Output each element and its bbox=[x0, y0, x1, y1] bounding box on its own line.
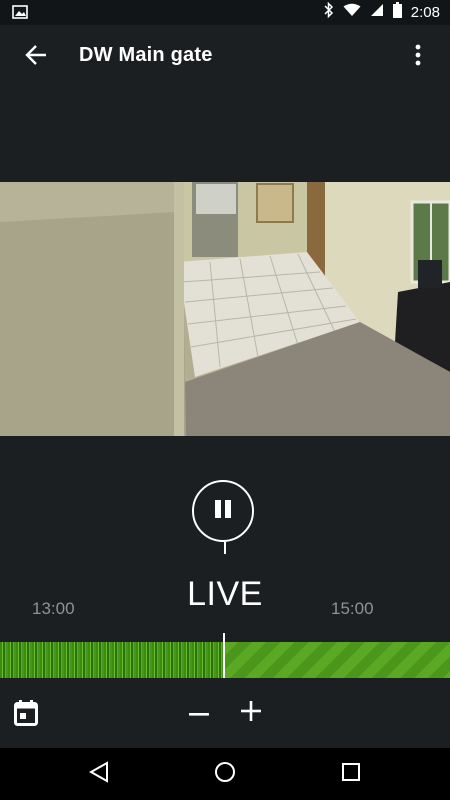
gallery-icon bbox=[12, 5, 28, 24]
wifi-icon bbox=[343, 3, 361, 22]
nav-recents-button[interactable] bbox=[338, 761, 364, 787]
pause-connector bbox=[224, 542, 226, 554]
bluetooth-icon bbox=[324, 1, 334, 23]
timeline-playhead[interactable] bbox=[223, 633, 225, 678]
zoom-out-button[interactable] bbox=[186, 700, 212, 726]
timeline-recorded-segment bbox=[0, 642, 224, 678]
nav-home-icon bbox=[214, 761, 236, 788]
timeline-live-segment bbox=[224, 642, 450, 678]
nav-home-button[interactable] bbox=[212, 761, 238, 787]
arrow-left-icon bbox=[25, 44, 47, 70]
cell-signal-icon bbox=[370, 3, 384, 22]
minus-icon bbox=[189, 704, 209, 722]
system-nav-bar bbox=[0, 748, 450, 800]
more-vertical-icon bbox=[415, 44, 421, 71]
app-bar: DW Main gate bbox=[0, 25, 450, 89]
camera-frame-image bbox=[0, 182, 450, 436]
camera-screen: 2:08 DW Main gate LIVE 13:00 15:00 bbox=[0, 0, 450, 800]
nav-recents-icon bbox=[341, 762, 361, 787]
zoom-in-button[interactable] bbox=[238, 700, 264, 726]
camera-title: DW Main gate bbox=[79, 44, 213, 66]
back-button[interactable] bbox=[18, 39, 54, 75]
status-bar: 2:08 bbox=[0, 0, 450, 25]
pause-icon bbox=[214, 499, 232, 524]
timeline-tick-left: 13:00 bbox=[32, 599, 75, 618]
nav-back-icon bbox=[88, 760, 109, 788]
nav-back-button[interactable] bbox=[86, 760, 112, 788]
more-options-button[interactable] bbox=[406, 39, 430, 75]
pause-button[interactable] bbox=[192, 480, 254, 542]
status-time: 2:08 bbox=[410, 4, 440, 21]
timeline-scrubber[interactable] bbox=[0, 642, 450, 678]
battery-icon bbox=[392, 2, 402, 23]
calendar-button[interactable] bbox=[14, 700, 40, 726]
plus-icon bbox=[241, 700, 261, 726]
calendar-icon bbox=[14, 700, 38, 730]
timeline-tick-right: 15:00 bbox=[331, 599, 374, 618]
camera-video-feed[interactable] bbox=[0, 182, 450, 436]
